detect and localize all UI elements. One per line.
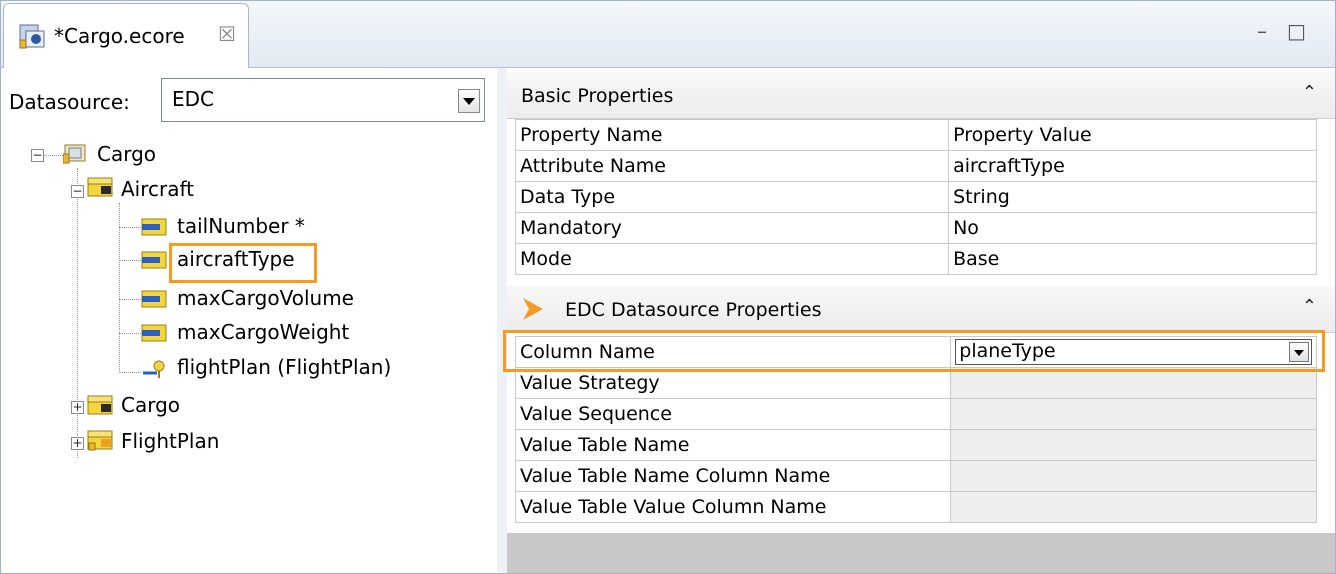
- datasource-select[interactable]: EDC: [161, 78, 485, 122]
- table-row[interactable]: Value Table Value Column Name: [514, 491, 1317, 523]
- property-value[interactable]: [950, 460, 1317, 492]
- tree-item-attribute[interactable]: maxCargoVolume: [177, 286, 354, 310]
- property-name: Mode: [514, 243, 950, 275]
- chevron-right-icon: [523, 298, 543, 320]
- editor-window: *Cargo.ecore ☒ – □ Datasource: EDC − Car…: [0, 0, 1336, 574]
- property-name: Value Strategy: [514, 367, 952, 399]
- tree-item-attribute-selected[interactable]: aircraftType: [177, 247, 295, 271]
- chevron-double-up-icon[interactable]: ⌃: [1302, 82, 1317, 103]
- basic-properties-header[interactable]: Basic Properties ⌃: [507, 72, 1335, 119]
- tree-pane: Datasource: EDC − Cargo − Aircraft tailN…: [1, 68, 497, 573]
- expand-toggle-icon[interactable]: +: [71, 401, 84, 414]
- property-name: Value Table Value Column Name: [514, 491, 952, 523]
- tree-item-cargo-class[interactable]: Cargo: [121, 393, 180, 417]
- ecore-file-icon: [19, 24, 45, 49]
- property-value[interactable]: [950, 429, 1317, 461]
- tab-close-icon[interactable]: ☒: [218, 22, 236, 46]
- table-row[interactable]: Mandatory No: [514, 212, 1317, 244]
- property-value[interactable]: [950, 398, 1317, 430]
- tree-item-attribute[interactable]: maxCargoWeight: [177, 320, 349, 344]
- tab-title: *Cargo.ecore: [54, 24, 185, 48]
- property-name: Mandatory: [514, 212, 950, 244]
- attribute-icon: [141, 218, 167, 236]
- property-value[interactable]: No: [948, 212, 1317, 244]
- table-row[interactable]: Value Strategy: [514, 367, 1317, 399]
- table-row[interactable]: Value Sequence: [514, 398, 1317, 430]
- tree-item-root[interactable]: Cargo: [97, 142, 156, 166]
- properties-pane: Basic Properties ⌃ Property Name Propert…: [503, 68, 1335, 573]
- basic-properties-table: Property Name Property Value Attribute N…: [514, 119, 1317, 275]
- basic-properties-title: Basic Properties: [521, 85, 674, 107]
- editor-tab-bar: *Cargo.ecore ☒ – □: [1, 1, 1335, 68]
- minimize-icon[interactable]: –: [1257, 19, 1267, 43]
- tree-item-reference[interactable]: flightPlan (FlightPlan): [177, 355, 391, 379]
- table-row[interactable]: Mode Base: [514, 243, 1317, 275]
- table-row[interactable]: Data Type String: [514, 181, 1317, 213]
- property-value[interactable]: [950, 367, 1317, 399]
- pane-divider[interactable]: [497, 68, 507, 573]
- expand-toggle-icon[interactable]: +: [71, 437, 84, 450]
- edc-properties-header[interactable]: EDC Datasource Properties ⌃: [507, 286, 1335, 333]
- class-icon: [87, 177, 113, 197]
- datasource-value: EDC: [172, 87, 215, 111]
- column-header: Property Name: [514, 119, 950, 151]
- column-name-highlight: [503, 330, 1325, 372]
- datasource-label: Datasource:: [9, 90, 130, 114]
- tree-item-attribute[interactable]: tailNumber *: [177, 214, 305, 238]
- class-icon: [87, 430, 113, 451]
- tree-item-flightplan-class[interactable]: FlightPlan: [121, 429, 219, 453]
- property-value[interactable]: [950, 491, 1317, 523]
- property-name: Attribute Name: [514, 150, 950, 182]
- property-name: Value Sequence: [514, 398, 952, 430]
- reference-icon: [143, 360, 165, 378]
- chevron-double-up-icon[interactable]: ⌃: [1302, 296, 1317, 317]
- property-name: Value Table Name: [514, 429, 952, 461]
- attribute-icon: [141, 251, 167, 269]
- empty-area: [507, 533, 1335, 573]
- collapse-toggle-icon[interactable]: −: [31, 149, 44, 162]
- table-row[interactable]: Value Table Name: [514, 429, 1317, 461]
- property-value[interactable]: Base: [948, 243, 1317, 275]
- table-row[interactable]: Attribute Name aircraftType: [514, 150, 1317, 182]
- chevron-down-icon[interactable]: [458, 89, 480, 113]
- attribute-icon: [141, 324, 167, 342]
- package-icon: [63, 144, 86, 164]
- editor-tab[interactable]: *Cargo.ecore ☒: [3, 3, 249, 68]
- tree-item-aircraft[interactable]: Aircraft: [121, 177, 194, 201]
- maximize-icon[interactable]: □: [1287, 19, 1306, 43]
- class-icon: [87, 395, 113, 415]
- column-header: Property Value: [948, 119, 1317, 151]
- property-name: Value Table Name Column Name: [514, 460, 952, 492]
- property-value[interactable]: String: [948, 181, 1317, 213]
- property-value[interactable]: aircraftType: [948, 150, 1317, 182]
- attribute-icon: [141, 290, 167, 308]
- collapse-toggle-icon[interactable]: −: [71, 185, 84, 198]
- table-header-row: Property Name Property Value: [514, 119, 1317, 151]
- property-name: Data Type: [514, 181, 950, 213]
- table-row[interactable]: Value Table Name Column Name: [514, 460, 1317, 492]
- edc-properties-title: EDC Datasource Properties: [565, 299, 822, 321]
